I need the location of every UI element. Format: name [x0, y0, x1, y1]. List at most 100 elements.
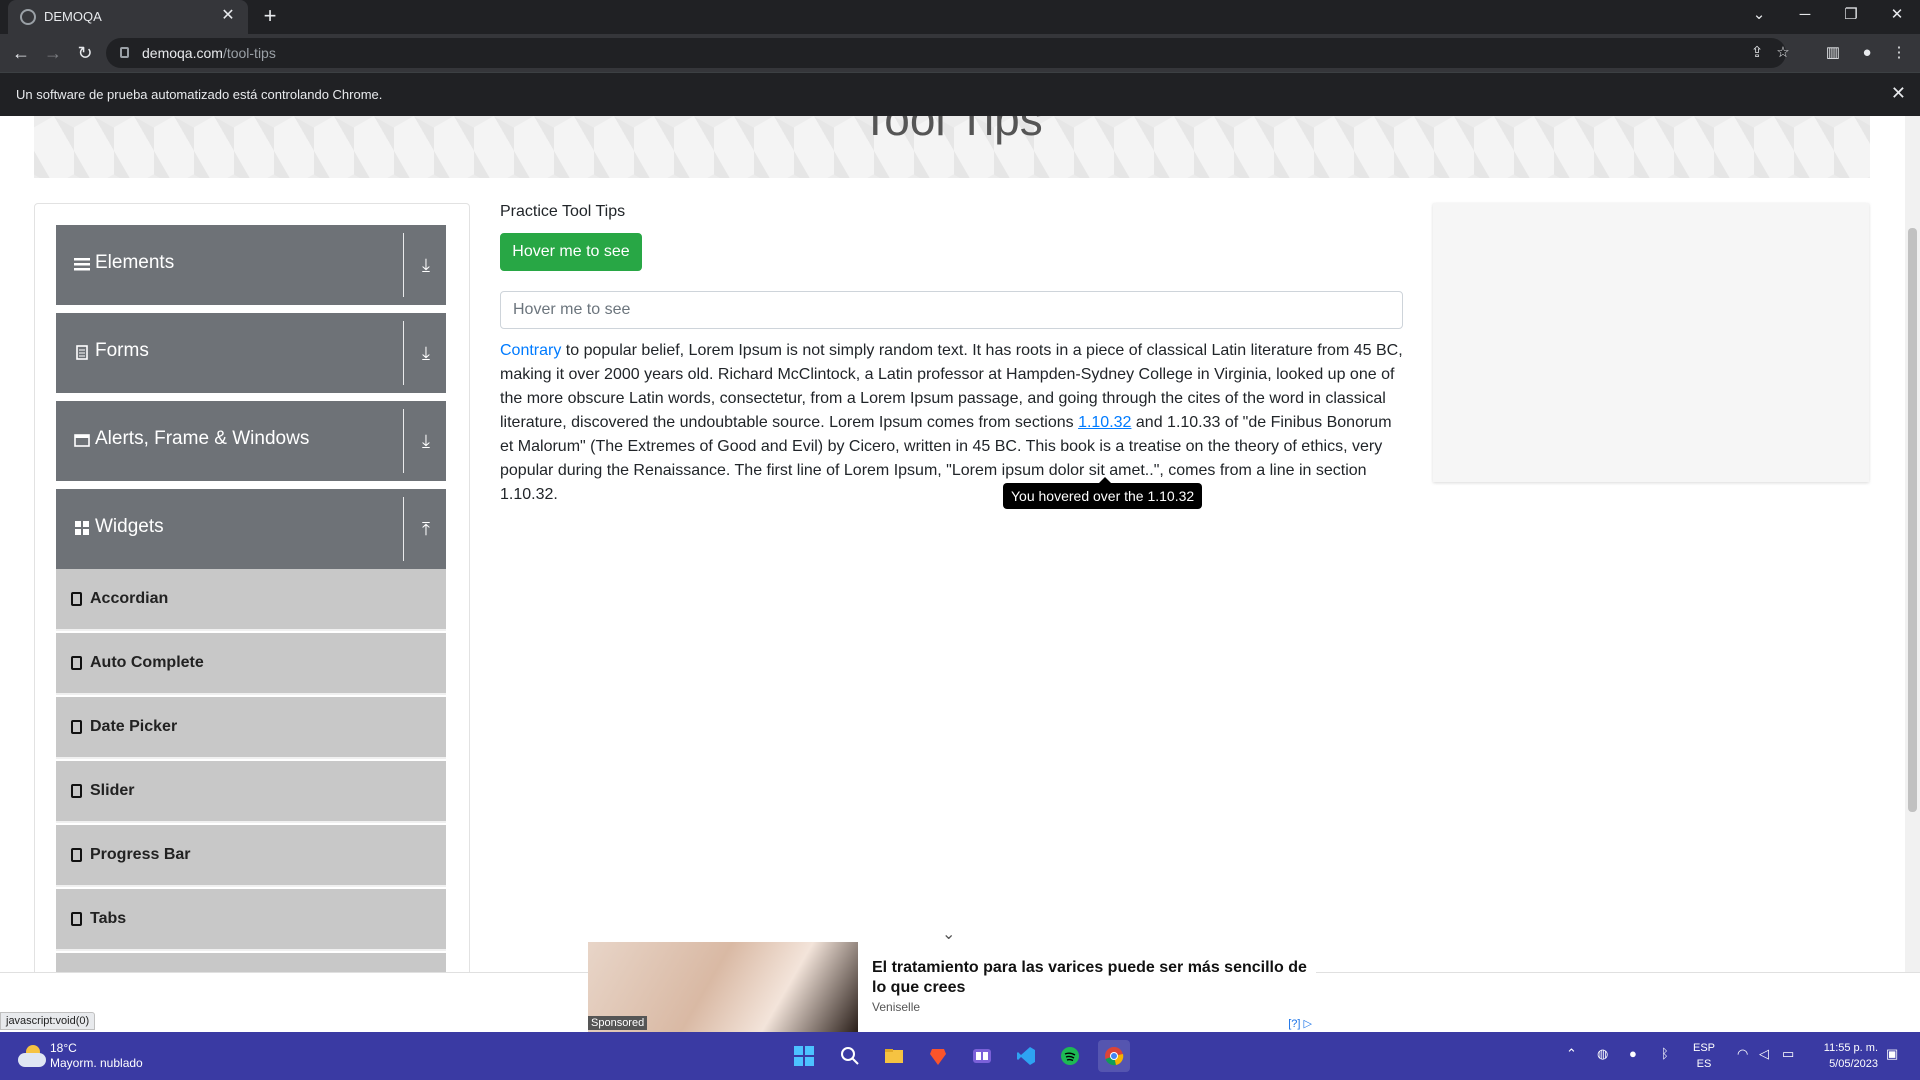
- divider: [403, 233, 404, 297]
- sidebar-item-label: Progress Bar: [90, 846, 191, 863]
- sidebar-item-label: Auto Complete: [90, 654, 204, 671]
- download-arrow-icon[interactable]: ⤓: [414, 253, 438, 277]
- chrome-icon: [1105, 1047, 1124, 1066]
- menu-kebab-icon[interactable]: ⋮: [1888, 42, 1910, 64]
- folder-icon: [885, 1049, 903, 1063]
- restore-button[interactable]: ❐: [1828, 0, 1874, 30]
- infobar-close-icon[interactable]: ✕: [1891, 83, 1906, 104]
- infobar-message: Un software de prueba automatizado está …: [16, 87, 383, 102]
- sponsored-ad[interactable]: Sponsored El tratamiento para las varice…: [588, 942, 1316, 1032]
- grid-icon: [74, 520, 90, 536]
- adchoices-icon[interactable]: [?] ▷: [1288, 1017, 1312, 1030]
- forward-arrow-icon[interactable]: →: [41, 41, 65, 65]
- weather-icon[interactable]: [18, 1041, 48, 1071]
- language-indicator[interactable]: ESP ES: [1693, 1040, 1715, 1072]
- sidebar-item-label: Date Picker: [90, 718, 178, 735]
- notification-icon[interactable]: ▣: [1886, 1046, 1898, 1062]
- contrary-link[interactable]: Contrary: [500, 342, 561, 359]
- page-scrollbar[interactable]: [1905, 116, 1920, 972]
- url-host: demoqa.com: [142, 45, 223, 61]
- time: 11:55 p. m.: [1823, 1042, 1878, 1054]
- battery-icon[interactable]: ▭: [1782, 1046, 1794, 1062]
- document-icon: [74, 344, 90, 360]
- tab-search-icon[interactable]: ⌄: [1736, 0, 1782, 30]
- minimize-button[interactable]: ─: [1782, 0, 1828, 30]
- sidebar-item-label: Tabs: [90, 910, 127, 927]
- scrollbar-thumb[interactable]: [1908, 228, 1917, 812]
- list-icon: [71, 592, 82, 606]
- sidebar-item-progress-bar[interactable]: Progress Bar: [56, 825, 446, 887]
- windows-icon: [794, 1046, 814, 1066]
- section-link[interactable]: 1.10.32: [1078, 414, 1131, 431]
- weather-widget[interactable]: 18°C Mayorm. nublado: [50, 1041, 143, 1071]
- globe-icon: [20, 9, 36, 25]
- page-title: Tool Tips: [861, 116, 1043, 145]
- volume-icon[interactable]: ◁: [1759, 1046, 1769, 1062]
- browser-tab[interactable]: DEMOQA ✕: [8, 0, 248, 34]
- sidebar-item-date-picker[interactable]: Date Picker: [56, 697, 446, 759]
- wifi-icon[interactable]: ◠: [1737, 1046, 1748, 1062]
- automation-infobar: Un software de prueba automatizado está …: [0, 72, 1920, 116]
- tab-close-icon[interactable]: ✕: [218, 6, 238, 26]
- vscode-icon: [1017, 1047, 1035, 1065]
- ad-placeholder: [1433, 203, 1869, 482]
- search-button[interactable]: [834, 1040, 866, 1072]
- share-icon[interactable]: ⇪: [1746, 42, 1768, 64]
- search-icon: [841, 1047, 859, 1065]
- sidebar-group-alerts[interactable]: Alerts, Frame & Windows ⤓: [56, 401, 446, 481]
- sidebar-item-next[interactable]: [56, 953, 446, 972]
- side-panel-icon[interactable]: ▥: [1822, 42, 1844, 64]
- bookmark-star-icon[interactable]: ☆: [1772, 42, 1794, 64]
- ad-headline[interactable]: El tratamiento para las varices puede se…: [872, 958, 1312, 998]
- divider: [403, 321, 404, 385]
- list-icon: [71, 912, 82, 926]
- tray-app-icon[interactable]: ◍: [1597, 1046, 1608, 1062]
- start-button[interactable]: [788, 1040, 820, 1072]
- sidebar-group-widgets[interactable]: Widgets ⤒: [56, 489, 446, 569]
- lang-bottom: ES: [1696, 1058, 1712, 1070]
- sidebar: Elements ⤓ Forms ⤓ Alerts, Frame & Windo…: [34, 203, 470, 972]
- sidebar-item-label: Accordian: [90, 590, 169, 607]
- sidebar-item-label: Slider: [90, 782, 135, 799]
- browser-toolbar: ← → ↻ demoqa.com/tool-tips ⇪ ☆ ▥ ● ⋮: [0, 34, 1920, 72]
- chevron-down-icon[interactable]: ⌄: [942, 924, 955, 944]
- download-arrow-icon[interactable]: ⤓: [414, 341, 438, 365]
- vscode-button[interactable]: [1010, 1040, 1042, 1072]
- reload-icon[interactable]: ↻: [73, 41, 97, 65]
- profile-icon[interactable]: ●: [1856, 42, 1878, 64]
- bluetooth-icon[interactable]: ᛒ: [1661, 1046, 1669, 1061]
- close-window-button[interactable]: ✕: [1874, 0, 1920, 30]
- sidebar-item-slider[interactable]: Slider: [56, 761, 446, 823]
- upload-arrow-icon[interactable]: ⤒: [414, 517, 438, 541]
- practice-title: Practice Tool Tips: [500, 203, 626, 220]
- hover-me-input[interactable]: [500, 291, 1403, 329]
- weather-condition: Mayorm. nublado: [50, 1056, 143, 1070]
- window-icon: [74, 432, 90, 448]
- sidebar-group-elements[interactable]: Elements ⤓: [56, 225, 446, 305]
- download-arrow-icon[interactable]: ⤓: [414, 429, 438, 453]
- sidebar-group-label: Alerts, Frame & Windows: [95, 428, 310, 449]
- new-tab-button[interactable]: +: [258, 5, 282, 29]
- file-explorer-button[interactable]: [878, 1040, 910, 1072]
- hover-me-button[interactable]: Hover me to see: [500, 233, 642, 271]
- sidebar-item-auto-complete[interactable]: Auto Complete: [56, 633, 446, 695]
- spotify-button[interactable]: [1054, 1040, 1086, 1072]
- brave-button[interactable]: [922, 1040, 954, 1072]
- app-button[interactable]: [966, 1040, 998, 1072]
- sidebar-group-label: Forms: [95, 340, 149, 361]
- clock[interactable]: 11:55 p. m. 5/05/2023: [1812, 1040, 1878, 1072]
- browser-tab-strip: DEMOQA ✕ + ⌄ ─ ❐ ✕: [0, 0, 1920, 34]
- lock-icon: [120, 47, 129, 58]
- chrome-button[interactable]: [1098, 1040, 1130, 1072]
- lorem-paragraph: Contrary to popular belief, Lorem Ipsum …: [500, 339, 1405, 507]
- address-bar[interactable]: demoqa.com/tool-tips ⇪ ☆: [106, 38, 1790, 68]
- page-banner: Tool Tips: [34, 116, 1870, 178]
- tooltip-text: You hovered over the 1.10.32: [1011, 488, 1195, 504]
- sidebar-item-tabs[interactable]: Tabs: [56, 889, 446, 951]
- page-viewport: Tool Tips Elements ⤓ Forms ⤓ Alerts, Fra…: [0, 116, 1920, 972]
- sidebar-item-accordian[interactable]: Accordian: [56, 569, 446, 631]
- tray-color-icon[interactable]: ●: [1629, 1046, 1637, 1061]
- back-arrow-icon[interactable]: ←: [9, 41, 33, 65]
- chevron-up-icon[interactable]: ⌃: [1566, 1046, 1577, 1062]
- sidebar-group-forms[interactable]: Forms ⤓: [56, 313, 446, 393]
